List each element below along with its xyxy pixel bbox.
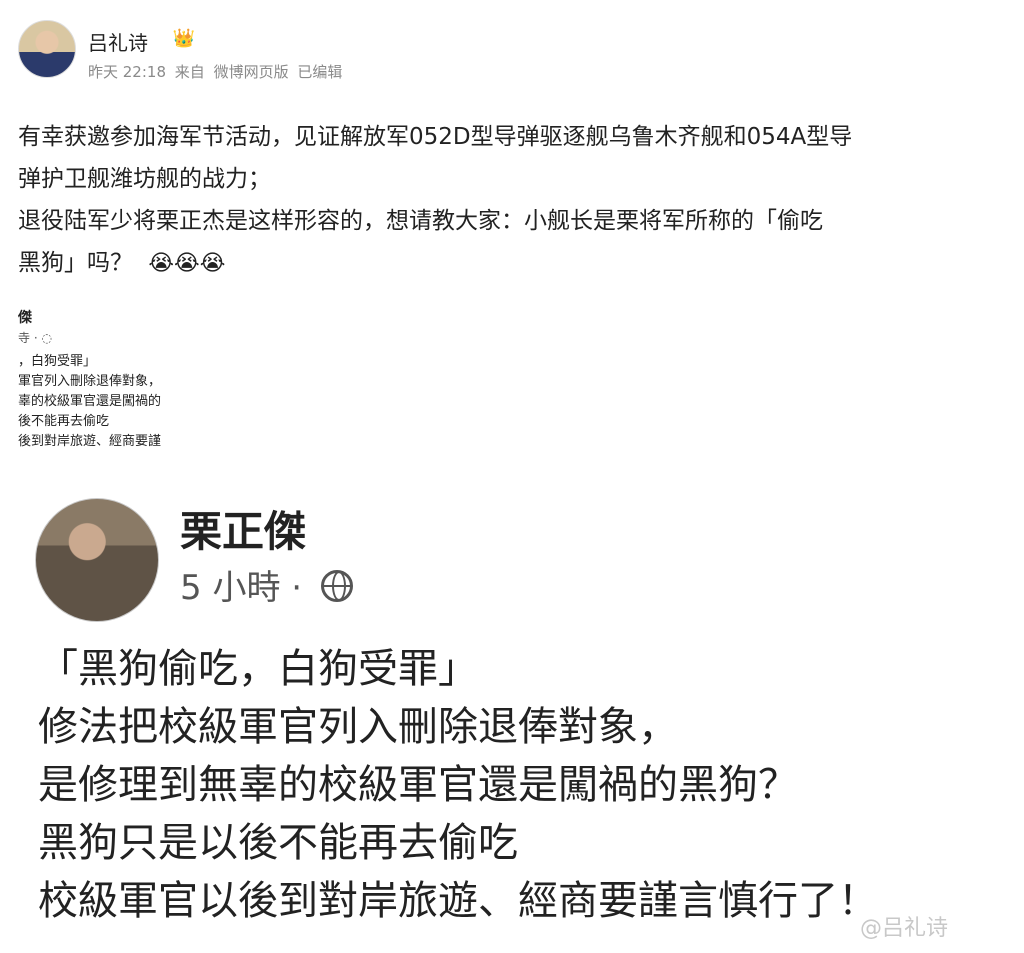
crying-emoji-icon: 😭😭😭 xyxy=(148,251,226,276)
post-source[interactable]: 微博网页版 xyxy=(214,63,289,81)
big-screenshot-line: 校級軍官以後到對岸旅遊、經商要謹言慎行了！ xyxy=(38,878,878,924)
small-screenshot[interactable]: 傑 寺 · ◌ ，白狗受罪」 軍官列入刪除退俸對象， 辜的校級軍官還是闖禍的 後… xyxy=(18,308,238,470)
globe-icon xyxy=(320,570,353,602)
big-screenshot-line: 「黑狗偷吃，白狗受罪」 xyxy=(38,646,478,692)
big-screenshot-name: 栗正傑 xyxy=(180,507,307,556)
vip-crown-icon[interactable]: 👑 xyxy=(172,28,196,50)
source-prefix: 来自 xyxy=(174,63,205,81)
big-screenshot-time-row: 5 小時 · xyxy=(180,560,353,609)
post-time[interactable]: 昨天 22:18 xyxy=(88,63,166,81)
small-screenshot-line: 後到對岸旅遊、經商要謹 xyxy=(18,434,162,449)
small-screenshot-meta: 寺 · ◌ xyxy=(18,328,238,348)
small-globe-icon: ◌ xyxy=(41,331,52,345)
small-screenshot-title: 傑 xyxy=(18,310,32,326)
big-screenshot-line: 是修理到無辜的校級軍官還是闖禍的黑狗？ xyxy=(38,762,798,808)
big-screenshot-text: 「黑狗偷吃，白狗受罪」 修法把校級軍官列入刪除退俸對象， 是修理到無辜的校級軍官… xyxy=(38,640,998,930)
post-meta: 昨天 22:18 来自 微博网页版 已编辑 xyxy=(88,61,346,82)
big-screenshot-avatar xyxy=(35,498,159,622)
small-screenshot-line: 軍官列入刪除退俸對象， xyxy=(18,374,162,389)
weibo-watermark: @吕礼诗 xyxy=(860,916,949,941)
post-content: 有幸获邀参加海军节活动，见证解放军052D型导弹驱逐舰乌鲁木齐舰和054A型导 … xyxy=(18,116,1018,285)
post-line-1: 有幸获邀参加海军节活动，见证解放军052D型导弹驱逐舰乌鲁木齐舰和054A型导 xyxy=(18,124,853,150)
author-name[interactable]: 吕礼诗 xyxy=(88,27,148,56)
big-screenshot-line: 修法把校級軍官列入刪除退俸對象， xyxy=(38,704,678,750)
post-line-4: 黑狗」吗？ 😭😭😭 xyxy=(18,242,1018,285)
post-line-3: 退役陆军少将栗正杰是这样形容的，想请教大家：小舰长是栗将军所称的「偷吃 xyxy=(18,208,823,234)
post-line-2: 弹护卫舰潍坊舰的战力； xyxy=(18,166,271,192)
big-screenshot-line: 黑狗只是以後不能再去偷吃 xyxy=(38,820,518,866)
small-screenshot-line: ，白狗受罪」 xyxy=(18,354,97,369)
post-line-4-text: 黑狗」吗？ xyxy=(18,250,133,276)
small-screenshot-meta-text: 寺 · xyxy=(18,331,38,345)
author-avatar[interactable] xyxy=(18,20,76,78)
edited-label: 已编辑 xyxy=(297,63,343,81)
big-screenshot-time: 5 小時 · xyxy=(180,568,303,608)
small-screenshot-line: 辜的校級軍官還是闖禍的 xyxy=(18,394,162,409)
small-screenshot-line: 後不能再去偷吃 xyxy=(18,414,110,429)
